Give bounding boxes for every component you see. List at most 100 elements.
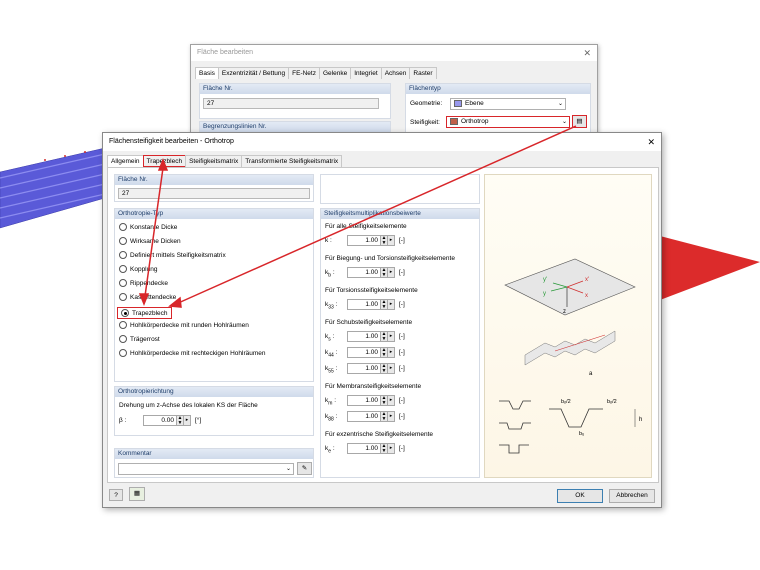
multiplier-input[interactable]: 1.00 (347, 235, 381, 246)
tab-strip: Basis Exzentrizität / Bettung FE-Netz Gelen… (195, 67, 437, 79)
radio-label: Rippendecke (130, 279, 168, 287)
spin-arrows-icon[interactable]: ▲ ▼ (381, 331, 388, 342)
radio-circle-icon[interactable] (119, 321, 127, 329)
multiplier-sub: e (328, 448, 332, 455)
pick-arrow-icon[interactable]: ▸ (388, 235, 395, 246)
comment-combo[interactable]: ⌄ (118, 463, 294, 475)
multiplier-input[interactable]: 1.00 (347, 347, 381, 358)
edit-stiffness-button[interactable]: ▤ (572, 115, 587, 128)
tab-3[interactable]: Gelenke (318, 67, 352, 79)
multiplier-input[interactable]: 1.00 (347, 267, 381, 278)
tab-6[interactable]: Raster (409, 67, 437, 79)
tab-3[interactable]: Transformierte Steifigkeitsmatrix (241, 155, 343, 167)
radio-3[interactable]: Kopplung (119, 265, 157, 273)
unit-label: [-] (399, 237, 405, 244)
pick-arrow-icon[interactable]: ▸ (388, 411, 395, 422)
multiplier-spinner[interactable]: 1.00 ▲ ▼ ▸ [-] (347, 443, 405, 454)
svg-text:bₒ/2: bₒ/2 (561, 399, 571, 405)
geometry-combo[interactable]: Ebene ⌄ (450, 98, 566, 110)
orthotropy-type-group: Orthotropie-Typ Konstante Dicke Wirksame … (114, 208, 314, 382)
spin-arrows-icon[interactable]: ▲ ▼ (381, 299, 388, 310)
close-icon[interactable]: ✕ (583, 45, 591, 61)
radio-2[interactable]: Definiert mittels Steifigkeitsmatrix (119, 251, 226, 259)
tab-4[interactable]: Integriet (350, 67, 382, 79)
cancel-button[interactable]: Abbrechen (609, 489, 655, 503)
multiplier-spinner[interactable]: 1.00 ▲ ▼ ▸ [-] (347, 395, 405, 406)
geometry-value: Ebene (465, 100, 484, 107)
unit-label: [-] (399, 445, 405, 452)
multiplier-input[interactable]: 1.00 (347, 411, 381, 422)
pick-arrow-icon[interactable]: ▸ (388, 331, 395, 342)
svg-text:y': y' (543, 277, 547, 283)
beta-input[interactable]: 0.00 (143, 415, 177, 426)
spin-arrows-icon[interactable]: ▲ ▼ (381, 395, 388, 406)
multiplier-spinner[interactable]: 1.00 ▲ ▼ ▸ [-] (347, 299, 405, 310)
pick-arrow-icon[interactable]: ▸ (388, 299, 395, 310)
stiffness-combo[interactable]: Orthotrop ⌄ (446, 116, 570, 128)
radio-circle-icon[interactable] (119, 349, 127, 357)
radio-circle-icon[interactable] (121, 309, 129, 317)
beta-spinner[interactable]: 0.00 ▲ ▼ ▸ [°] (143, 415, 201, 426)
multiplier-input[interactable]: 1.00 (347, 299, 381, 310)
multiplier-input[interactable]: 1.00 (347, 363, 381, 374)
tab-5[interactable]: Achsen (380, 67, 411, 79)
multiplier-spinner[interactable]: 1.00 ▲ ▼ ▸ [-] (347, 411, 405, 422)
multiplier-input[interactable]: 1.00 (347, 331, 381, 342)
spin-arrows-icon[interactable]: ▲ ▼ (381, 235, 388, 246)
radio-circle-icon[interactable] (119, 251, 127, 259)
multiplier-label: k55 : (325, 365, 338, 375)
radio-9[interactable]: Hohlkörperdecke mit rechteckigen Hohlräu… (119, 349, 265, 357)
pick-arrow-icon[interactable]: ▸ (388, 443, 395, 454)
pick-arrow-icon[interactable]: ▸ (388, 395, 395, 406)
radio-circle-icon[interactable] (119, 237, 127, 245)
group-title: Steifigkeitsmultiplikationsbeiwerte (321, 209, 479, 219)
spin-arrows-icon[interactable]: ▲ ▼ (381, 347, 388, 358)
radio-circle-icon[interactable] (119, 265, 127, 273)
tab-0[interactable]: Allgemein (107, 155, 144, 167)
multiplier-spinner[interactable]: 1.00 ▲ ▼ ▸ [-] (347, 235, 405, 246)
radio-4[interactable]: Rippendecke (119, 279, 168, 287)
help-button[interactable]: ? (109, 489, 123, 501)
multiplier-group-title: Für Membransteifigkeitselemente (325, 383, 422, 390)
radio-circle-icon[interactable] (119, 223, 127, 231)
spin-arrows-icon[interactable]: ▲ ▼ (381, 363, 388, 374)
multiplier-spinner[interactable]: 1.00 ▲ ▼ ▸ [-] (347, 347, 405, 358)
spin-arrows-icon[interactable]: ▲ ▼ (381, 443, 388, 454)
multiplier-spinner[interactable]: 1.00 ▲ ▼ ▸ [-] (347, 267, 405, 278)
svg-text:bₒ/2: bₒ/2 (607, 399, 617, 405)
tab-2[interactable]: Steifigkeitsmatrix (185, 155, 243, 167)
radio-1[interactable]: Wirksame Dicken (119, 237, 181, 245)
pick-arrow-icon[interactable]: ▸ (388, 267, 395, 278)
radio-label: Kassettendecke (130, 293, 177, 301)
radio-7[interactable]: Hohlkörperdecke mit runden Hohlräumen (119, 321, 249, 329)
pick-arrow-icon[interactable]: ▸ (388, 363, 395, 374)
multiplier-input[interactable]: 1.00 (347, 395, 381, 406)
ok-button[interactable]: OK (557, 489, 603, 503)
radio-6[interactable]: Trapezblech (117, 307, 172, 319)
unit-label: [-] (399, 365, 405, 372)
multiplier-spinner[interactable]: 1.00 ▲ ▼ ▸ [-] (347, 363, 405, 374)
tab-2[interactable]: FE-Netz (288, 67, 320, 79)
close-icon[interactable]: ✕ (647, 133, 655, 151)
pick-arrow-icon[interactable]: ▸ (184, 415, 191, 426)
tab-1[interactable]: Trapezblech (142, 155, 187, 167)
tab-1[interactable]: Exzentrizität / Bettung (217, 67, 290, 79)
tab-0[interactable]: Basis (195, 67, 219, 79)
units-button[interactable]: ▦ (129, 487, 145, 501)
comment-library-button[interactable]: ✎ (297, 462, 312, 475)
radio-5[interactable]: Kassettendecke (119, 293, 176, 301)
multiplier-spinner[interactable]: 1.00 ▲ ▼ ▸ [-] (347, 331, 405, 342)
spin-arrows-icon[interactable]: ▲ ▼ (381, 267, 388, 278)
radio-8[interactable]: Trägerrost (119, 335, 160, 343)
pick-arrow-icon[interactable]: ▸ (388, 347, 395, 358)
radio-circle-icon[interactable] (119, 279, 127, 287)
multiplier-sub: m (328, 400, 333, 407)
radio-circle-icon[interactable] (119, 335, 127, 343)
spin-arrows-icon[interactable]: ▲ ▼ (381, 411, 388, 422)
radio-0[interactable]: Konstante Dicke (119, 223, 177, 231)
radio-circle-icon[interactable] (119, 293, 127, 301)
radio-label: Trapezblech (132, 309, 168, 317)
multiplier-input[interactable]: 1.00 (347, 443, 381, 454)
tab-strip: Allgemein Trapezblech Steifigkeitsmatrix Tr… (107, 155, 343, 167)
spin-arrows-icon[interactable]: ▲ ▼ (177, 415, 184, 426)
